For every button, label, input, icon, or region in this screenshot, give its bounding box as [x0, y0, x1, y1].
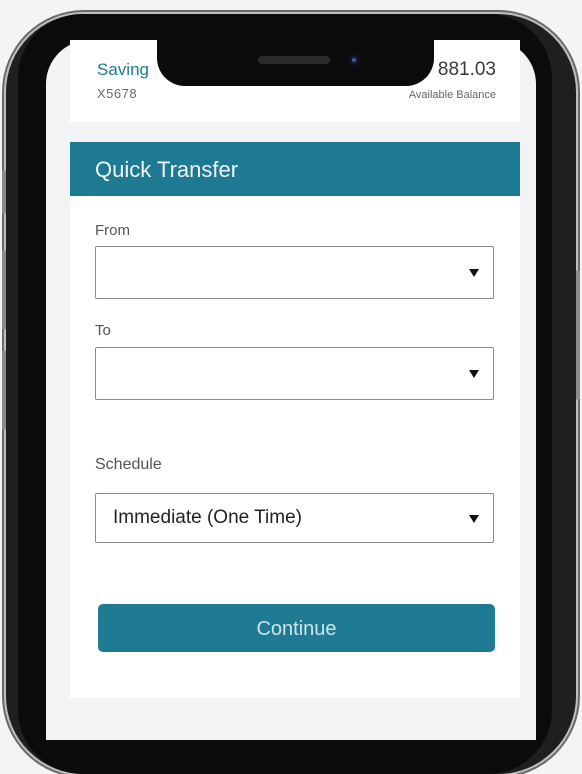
continue-button[interactable]: Continue [98, 604, 495, 652]
schedule-value: Immediate (One Time) [113, 507, 302, 528]
to-label: To [95, 322, 111, 339]
account-balance: 881.03 [437, 59, 496, 80]
to-account-select[interactable] [95, 347, 494, 400]
account-number: X5678 [97, 86, 138, 101]
from-account-select[interactable] [95, 246, 494, 299]
phone-side-button [2, 250, 6, 330]
phone-side-button [2, 170, 6, 214]
quick-transfer-header: Quick Transfer [70, 142, 520, 196]
schedule-label: Schedule [95, 456, 162, 473]
dropdown-caret-icon [469, 370, 479, 378]
phone-speaker [258, 56, 330, 64]
quick-transfer-card: Quick Transfer From To Schedule Immediat… [70, 142, 520, 698]
dropdown-caret-icon [469, 515, 479, 523]
from-label: From [95, 222, 130, 239]
front-camera-icon [347, 53, 361, 67]
available-balance-label: Available Balance [408, 89, 496, 101]
quick-transfer-title: Quick Transfer [95, 157, 239, 182]
schedule-select[interactable]: Immediate (One Time) [95, 493, 494, 543]
phone-side-button [576, 270, 580, 400]
phone-side-button [2, 350, 6, 430]
account-name: Saving [97, 60, 149, 79]
dropdown-caret-icon [469, 269, 479, 277]
